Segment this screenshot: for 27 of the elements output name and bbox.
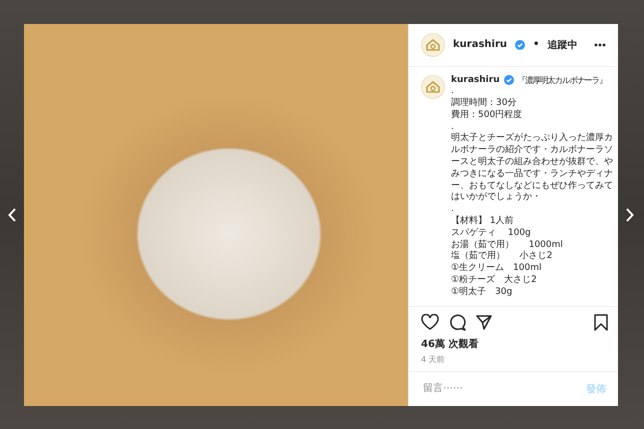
bookmark-icon[interactable] — [594, 314, 608, 330]
caption-line: . — [451, 204, 455, 216]
chevron-left-icon[interactable] — [8, 208, 16, 222]
caption-line: 明太子とチーズがたっぷり入った濃厚カルボナーラの紹介です・カルボナーラソースと明太子の組み合わせが抜群で、やみつきになる一品です・ランチやディナー、おもてなしなどにもぜひ作ってみてはいかがでしょうか・ — [451, 133, 614, 204]
follow-status[interactable]: 追蹤中 — [547, 38, 578, 52]
more-options-icon[interactable] — [594, 42, 606, 46]
caption-title: 『濃厚明太カルボナーラ』 — [518, 74, 606, 86]
caption-line: ①明太子 30g — [451, 286, 514, 299]
post-time: 4 天前 — [421, 354, 446, 364]
paper-plane-icon[interactable] — [476, 314, 492, 330]
caption-line: 調理時間：30分 — [451, 98, 518, 110]
caption-line: . — [451, 122, 455, 132]
caption-line: . — [451, 86, 455, 98]
username[interactable]: kurashiru — [451, 74, 500, 86]
caption-line: 【材料】 1人前 — [451, 216, 515, 228]
separator-dot: • — [533, 39, 540, 50]
caption-line: スパゲティ 100g — [451, 228, 532, 240]
heart-icon[interactable] — [421, 314, 439, 330]
caption-line: ①生クリーム 100ml — [451, 263, 543, 274]
chevron-right-icon[interactable] — [626, 208, 634, 222]
comment-icon[interactable] — [449, 314, 466, 330]
caption-line: 費用：500円程度 — [451, 110, 524, 122]
caption-line: ①粉チーズ 大さじ2 — [451, 275, 538, 286]
username[interactable]: kurashiru — [453, 39, 507, 50]
view-count: 46萬 次觀看 — [421, 338, 480, 350]
caption-line: 塩（茹で用） 小さじ2 — [451, 251, 554, 262]
caption-line: お湯（茹で用） 1000ml — [451, 240, 564, 250]
